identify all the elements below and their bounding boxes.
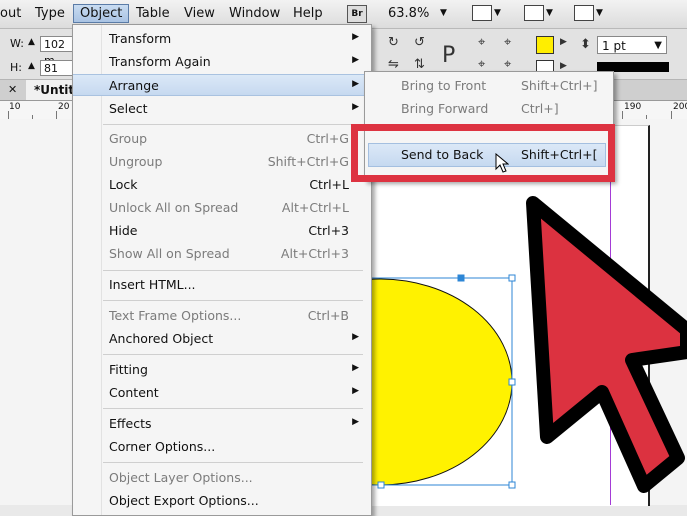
document-page[interactable] [362,125,650,506]
submenu-arrow-icon: ▶ [352,386,359,396]
zoom-dropdown-icon[interactable]: ▼ [440,8,447,18]
submenu-arrow-icon: ▶ [352,55,359,65]
select-container-icon[interactable]: ⌖ [478,35,485,50]
ruler-number: 190 [624,102,642,112]
menu-item-select[interactable]: Select ▶ [73,98,371,120]
flip-horizontal-icon[interactable]: ⇋ [388,57,399,72]
select-next-icon[interactable]: ⌖ [504,57,511,72]
menu-object[interactable]: Object [73,4,130,23]
menu-item-arrange[interactable]: Arrange ▶ [73,74,371,96]
view-options-icon[interactable] [472,5,492,21]
menu-item-corner-options[interactable]: Corner Options... [73,436,371,458]
fill-swatch[interactable] [536,36,554,54]
menu-item-object-export-options[interactable]: Object Export Options... [73,490,371,512]
arrange-documents-caret-icon[interactable]: ▼ [596,8,603,18]
zoom-level[interactable]: 63.8% [388,6,429,21]
mouse-cursor-icon [495,153,509,173]
object-menu: Transform ▶ Transform Again ▶ Arrange ▶ … [72,24,372,516]
submenu-arrow-icon: ▶ [352,363,359,373]
menu-window[interactable]: Window [229,6,280,21]
menu-view[interactable]: View [184,6,215,21]
menu-item-bring-forward[interactable]: Bring Forward Ctrl+] [365,98,613,120]
menu-layout[interactable]: out [0,6,21,21]
menu-item-insert-html[interactable]: Insert HTML... [73,274,371,296]
screen-mode-icon[interactable] [524,5,544,21]
submenu-arrow-icon: ▶ [352,102,359,112]
select-previous-icon[interactable]: ⌖ [478,57,485,72]
submenu-arrow-icon: ▶ [352,417,359,427]
menu-item-effects[interactable]: Effects ▶ [73,413,371,435]
width-field[interactable]: 102 m [40,36,74,67]
menu-separator [103,462,363,463]
menu-item-fitting[interactable]: Fitting ▶ [73,359,371,381]
margin-guide [610,125,611,505]
menu-item-object-layer-options[interactable]: Object Layer Options... [73,467,371,489]
menu-item-content[interactable]: Content ▶ [73,382,371,404]
menu-type[interactable]: Type [35,6,65,21]
height-label: H: [10,61,22,74]
path-type-icon[interactable]: P [442,43,455,68]
menu-item-bring-to-front[interactable]: Bring to Front Shift+Ctrl+] [365,75,613,97]
chevron-down-icon: ▼ [654,40,662,51]
menu-item-anchored-object[interactable]: Anchored Object ▶ [73,328,371,350]
stroke-weight-value: 1 pt [602,39,626,53]
arrange-documents-icon[interactable] [574,5,594,21]
stroke-weight-stepper-icon[interactable]: ⬍ [580,37,591,52]
menu-item-ungroup[interactable]: Ungroup Shift+Ctrl+G [73,151,371,173]
menu-item-transform[interactable]: Transform ▶ [73,28,371,50]
stroke-caret-icon[interactable]: ▶ [560,61,567,71]
ruler-number: 200 [673,102,687,112]
menu-separator [103,270,363,271]
width-label: W: [10,37,24,50]
close-icon[interactable]: ✕ [8,83,17,96]
menu-item-group[interactable]: Group Ctrl+G [73,128,371,150]
width-stepper-icon[interactable]: ▲ [28,37,35,47]
menu-separator [103,300,363,301]
menu-table[interactable]: Table [136,6,170,21]
menu-item-unlock-all[interactable]: Unlock All on Spread Alt+Ctrl+L [73,197,371,219]
screen-mode-caret-icon[interactable]: ▼ [546,8,553,18]
select-content-icon[interactable]: ⌖ [504,35,511,50]
fill-caret-icon[interactable]: ▶ [560,37,567,47]
stroke-weight-select[interactable]: 1 pt ▼ [597,36,667,54]
flip-vertical-icon[interactable]: ⇅ [414,57,425,72]
submenu-arrow-icon: ▶ [352,332,359,342]
ruler-number: 10 [9,102,21,112]
menu-separator [103,408,363,409]
menu-item-hide[interactable]: Hide Ctrl+3 [73,220,371,242]
ruler-number: 20 [58,102,70,112]
menu-item-lock[interactable]: Lock Ctrl+L [73,174,371,196]
submenu-arrow-icon: ▶ [352,32,359,42]
menu-item-text-frame-options[interactable]: Text Frame Options... Ctrl+B [73,305,371,327]
menu-item-show-all[interactable]: Show All on Spread Alt+Ctrl+3 [73,243,371,265]
menu-help[interactable]: Help [293,6,323,21]
rotate-icon[interactable]: ↻ [388,35,399,50]
submenu-arrow-icon: ▶ [352,79,359,89]
menu-item-transform-again[interactable]: Transform Again ▶ [73,51,371,73]
view-options-caret-icon[interactable]: ▼ [494,8,501,18]
bridge-button[interactable]: Br [347,5,367,23]
rotate-ccw-icon[interactable]: ↺ [414,35,425,50]
height-stepper-icon[interactable]: ▲ [28,61,35,71]
menu-separator [103,354,363,355]
menu-separator [103,124,363,125]
menu-item-send-to-back[interactable]: Send to Back Shift+Ctrl+[ [368,143,606,167]
height-field[interactable]: 81 mm [40,60,74,91]
